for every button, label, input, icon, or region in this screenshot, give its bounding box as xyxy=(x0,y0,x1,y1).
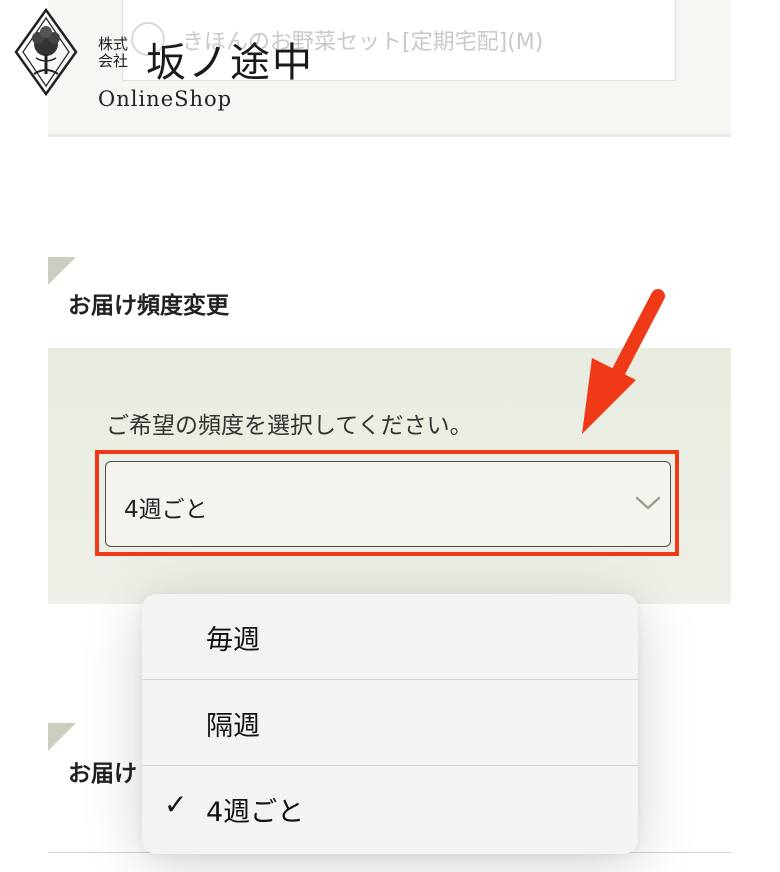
frequency-prompt: ご希望の頻度を選択してください。 xyxy=(106,413,473,439)
option-label: 隔週 xyxy=(206,711,260,742)
dropdown-option-weekly[interactable]: 毎週 xyxy=(142,594,638,680)
logo-emblem-icon xyxy=(14,8,78,96)
option-label: 4週ごと xyxy=(206,797,305,828)
chevron-down-icon xyxy=(635,496,661,510)
frequency-dropdown: 毎週 隔週 ✓ 4週ごと xyxy=(142,594,638,854)
logo-company-type: 株式会社 xyxy=(98,35,129,70)
checkmark-icon: ✓ xyxy=(164,788,188,821)
logo-subtitle: OnlineShop xyxy=(98,87,233,111)
section-corner-icon xyxy=(48,723,76,751)
option-label: 毎週 xyxy=(206,625,260,656)
frequency-select-value: 4週ごと xyxy=(124,497,208,523)
annotation-arrow-icon xyxy=(582,289,665,434)
section-title-delivery: お届け xyxy=(68,761,137,787)
section-title-frequency: お届け頻度変更 xyxy=(68,293,229,319)
dropdown-option-biweekly[interactable]: 隔週 xyxy=(142,680,638,766)
section-corner-icon xyxy=(48,257,76,285)
dropdown-option-every-4-weeks[interactable]: ✓ 4週ごと xyxy=(142,766,638,852)
logo-name: 坂ノ途中 xyxy=(146,40,314,86)
